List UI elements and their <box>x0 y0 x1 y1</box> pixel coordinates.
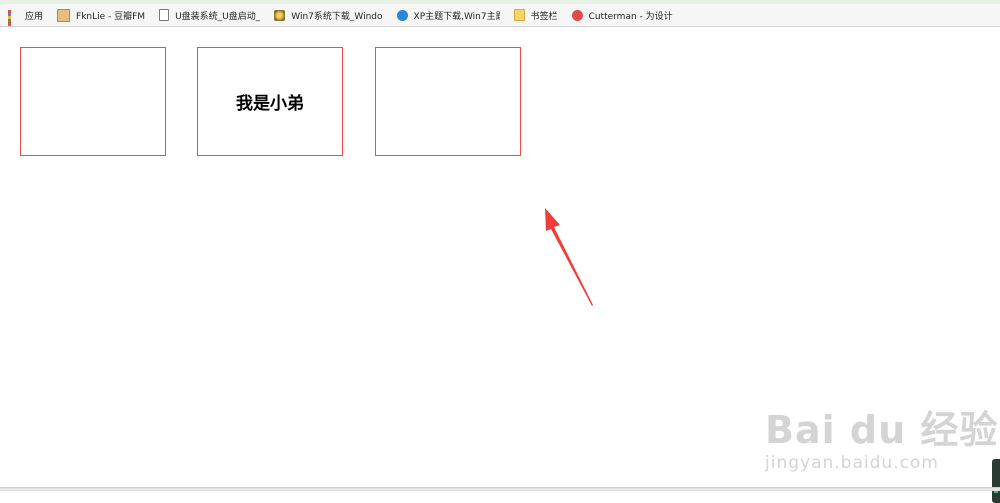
box-1 <box>20 47 166 156</box>
bookmark-label: Win7系统下载_Windo <box>291 9 382 22</box>
box-2: 我是小弟 <box>197 47 343 156</box>
bookmark-apps[interactable]: 应用 <box>8 4 43 26</box>
page-icon <box>159 9 169 21</box>
watermark-url: jingyan.baidu.com <box>765 452 998 474</box>
bookmark-label: 书签栏 <box>531 9 558 22</box>
cutterman-icon <box>572 10 583 21</box>
bookmark-label: 应用 <box>25 9 43 22</box>
bookmark-usb-install[interactable]: U盘装系统_U盘启动_ <box>159 4 260 26</box>
xp-globe-icon <box>397 10 408 21</box>
bookmark-cutterman[interactable]: Cutterman - 为设计 <box>572 4 673 26</box>
douban-fm-icon <box>57 9 70 22</box>
apps-grid-icon <box>8 10 19 21</box>
side-widget-tab[interactable] <box>992 459 1000 503</box>
bookmark-label: XP主题下载,Win7主题 <box>414 9 500 22</box>
folder-icon <box>514 9 525 21</box>
bookmark-douban-fm[interactable]: FknLie - 豆瓣FM <box>57 4 145 26</box>
bookmark-folder[interactable]: 书签栏 <box>514 4 558 26</box>
page-content: 我是小弟 Bai du 经验 jingyan.baidu.com <box>0 27 1000 488</box>
annotation-arrow-icon <box>540 205 600 309</box>
windows-logo-icon <box>274 10 285 21</box>
bookmark-xp-theme[interactable]: XP主题下载,Win7主题 <box>397 4 500 26</box>
bookmark-label: FknLie - 豆瓣FM <box>76 9 145 22</box>
bookmark-win7-download[interactable]: Win7系统下载_Windo <box>274 4 382 26</box>
bottom-status-strip <box>0 487 1000 491</box>
bookmark-label: U盘装系统_U盘启动_ <box>175 9 260 22</box>
bookmarks-bar: 应用 FknLie - 豆瓣FM U盘装系统_U盘启动_ Win7系统下载_Wi… <box>0 4 1000 27</box>
watermark-brand: Bai du 经验 <box>765 408 998 452</box>
baidu-jingyan-watermark: Bai du 经验 jingyan.baidu.com <box>765 408 998 474</box>
box-3 <box>375 47 521 156</box>
bookmark-label: Cutterman - 为设计 <box>589 9 673 22</box>
